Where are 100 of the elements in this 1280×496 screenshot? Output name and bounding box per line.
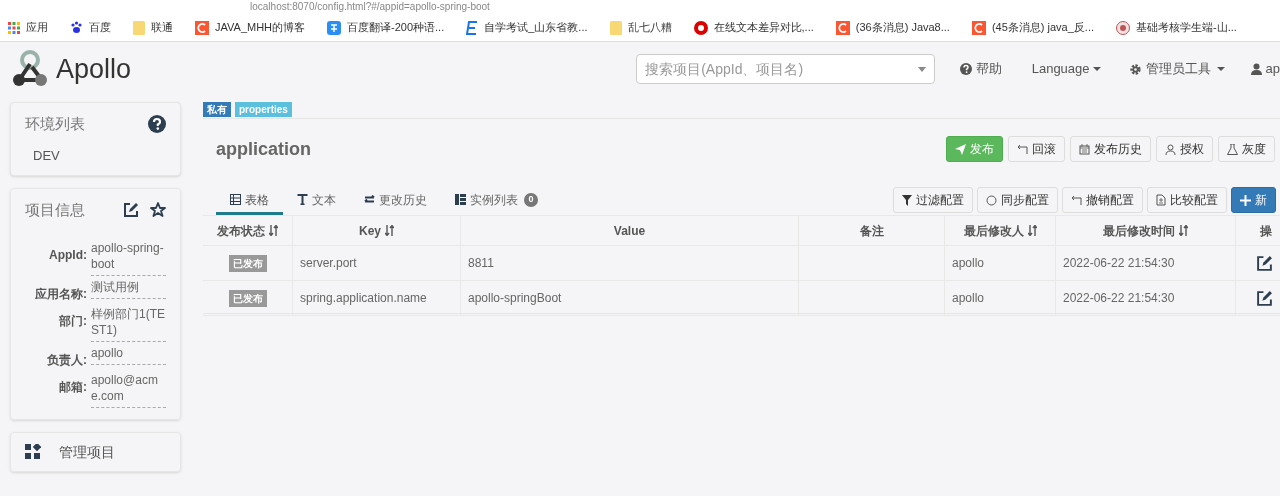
return-arrow-icon [1017, 143, 1028, 155]
language-menu[interactable]: Language [1031, 59, 1101, 79]
filter-icon [902, 194, 912, 206]
apollo-logo-text: Apollo [56, 52, 132, 86]
info-value: apollo-spring-boot [91, 239, 166, 276]
translate-icon [327, 20, 342, 35]
tab[interactable]: 文本 [283, 187, 350, 215]
address-bar-url[interactable]: localhost:8070/config.html?#/appid=apollo-spring-boot [250, 1, 490, 13]
manage-project-panel[interactable]: 管理项目 [10, 432, 181, 472]
toolbar-button[interactable]: 过滤配置 [893, 187, 973, 213]
column-header[interactable]: 最后修改时间 [1056, 216, 1236, 245]
sort-icon[interactable] [1027, 225, 1037, 236]
table-cell-text: 2022-06-22 21:54:30 [1063, 290, 1175, 307]
bookmark-link[interactable]: JAVA_MHH的博客 [195, 19, 306, 36]
target-icon [693, 20, 708, 35]
table-icon [230, 194, 241, 205]
server-icon [455, 194, 466, 205]
column-header[interactable]: Key [293, 216, 461, 245]
tab[interactable]: 表格 [216, 187, 283, 215]
edit-icon[interactable] [1256, 289, 1273, 307]
table-cell-text: server.port [300, 255, 357, 272]
c-letter-icon [835, 20, 850, 35]
swap-arrows-icon [364, 195, 375, 204]
c-letter-icon [971, 20, 986, 35]
grid-icon [25, 444, 41, 460]
help-icon[interactable] [148, 115, 166, 134]
sort-icon[interactable] [1179, 225, 1188, 236]
folder-icon [133, 20, 145, 35]
table-cell-text: apollo-springBoot [468, 290, 562, 307]
column-header[interactable]: 最后修改人 [945, 216, 1056, 245]
user-icon [1250, 63, 1262, 75]
bookmark-link[interactable]: 百度 [70, 19, 111, 36]
help-link[interactable]: 帮助 [959, 59, 1002, 79]
edit-icon[interactable] [1256, 254, 1273, 272]
plus-icon [1240, 194, 1251, 206]
toolbar-button[interactable]: 同步配置 [977, 187, 1058, 213]
bookmark-link[interactable]: 在线文本差异对比,... [693, 19, 814, 36]
table-cell-text: 2022-06-22 21:54:30 [1063, 255, 1175, 272]
bookmark-link[interactable]: (36条消息) Java8... [835, 19, 950, 36]
info-label: AppId: [48, 246, 87, 264]
toolbar-button[interactable]: 新 [1231, 187, 1276, 213]
info-label: 邮箱: [58, 378, 87, 396]
admin-tools-menu[interactable]: 管理员工具 [1128, 59, 1225, 79]
bookmark-link[interactable]: 自学考试_山东省教... [466, 19, 588, 36]
namespace-tag: properties [235, 102, 292, 117]
toolbar-button[interactable]: 授权 [1156, 136, 1213, 162]
paw-icon [70, 21, 83, 34]
return-arrow-icon [1071, 194, 1082, 206]
sort-icon[interactable] [385, 225, 394, 236]
seal-icon [1116, 20, 1130, 35]
flask-icon [1227, 143, 1238, 155]
bookmark-link[interactable]: 联通 [133, 19, 173, 36]
info-value: apollo [91, 344, 166, 365]
calendar-icon [1079, 143, 1090, 155]
info-label: 部门: [58, 312, 87, 330]
settings-icon [1128, 62, 1142, 76]
info-label: 应用名称: [34, 285, 87, 303]
column-header[interactable]: 发布状态 [203, 216, 293, 245]
tab[interactable]: 实例列表 0 [441, 187, 552, 215]
help-icon [959, 63, 972, 75]
c-letter-icon [195, 20, 209, 35]
namespace-tag: 私有 [203, 102, 231, 117]
toolbar-button[interactable]: 发布历史 [1070, 136, 1151, 162]
column-header[interactable]: 操 [1236, 216, 1280, 245]
folder-icon [609, 20, 622, 35]
namespace-title: application [216, 137, 312, 161]
toolbar-button[interactable]: 比较配置 [1147, 187, 1227, 213]
tab[interactable]: 更改历史 [350, 187, 441, 215]
manage-project-label: 管理项目 [59, 442, 115, 462]
sort-icon[interactable] [269, 225, 278, 236]
info-value: apollo@acme.com [91, 371, 166, 408]
count-badge: 0 [524, 192, 538, 207]
toolbar-button[interactable]: 回滚 [1008, 136, 1065, 162]
table-cell-text: apollo [952, 255, 985, 272]
apollo-logo-icon [10, 49, 50, 89]
toolbar-button[interactable]: 灰度 [1218, 136, 1275, 162]
bookmark-link[interactable]: 乱七八糟 [609, 19, 672, 36]
info-value: 测试用例 [91, 278, 166, 299]
bookmark-link[interactable]: 百度翻译-200种语... [327, 19, 445, 36]
star-icon[interactable] [150, 202, 166, 219]
bookmark-link[interactable]: (45条消息) java_反... [971, 19, 1094, 36]
table-cell-text: 8811 [468, 255, 494, 272]
edit-icon[interactable] [123, 202, 139, 219]
column-header[interactable]: 备注 [799, 216, 945, 245]
user-menu[interactable]: ap [1250, 59, 1280, 79]
bookmark-link[interactable]: 应用 [8, 19, 48, 36]
document-icon [1156, 194, 1166, 206]
environment-item[interactable]: DEV [33, 145, 166, 165]
caret-icon [1092, 67, 1101, 71]
bookmark-link[interactable]: 基础考核学生端-山... [1116, 19, 1237, 36]
column-header[interactable]: Value [461, 216, 799, 245]
status-badge: 已发布 [228, 289, 267, 307]
text-t-icon [297, 194, 308, 205]
apps-grid-icon [8, 21, 20, 34]
info-label: 负责人: [46, 351, 87, 369]
e-letter-icon [466, 20, 479, 35]
toolbar-button[interactable]: 撤销配置 [1062, 187, 1143, 213]
send-icon [955, 143, 966, 155]
panel-title: 项目信息 [25, 200, 86, 220]
caret-icon [917, 66, 926, 72]
